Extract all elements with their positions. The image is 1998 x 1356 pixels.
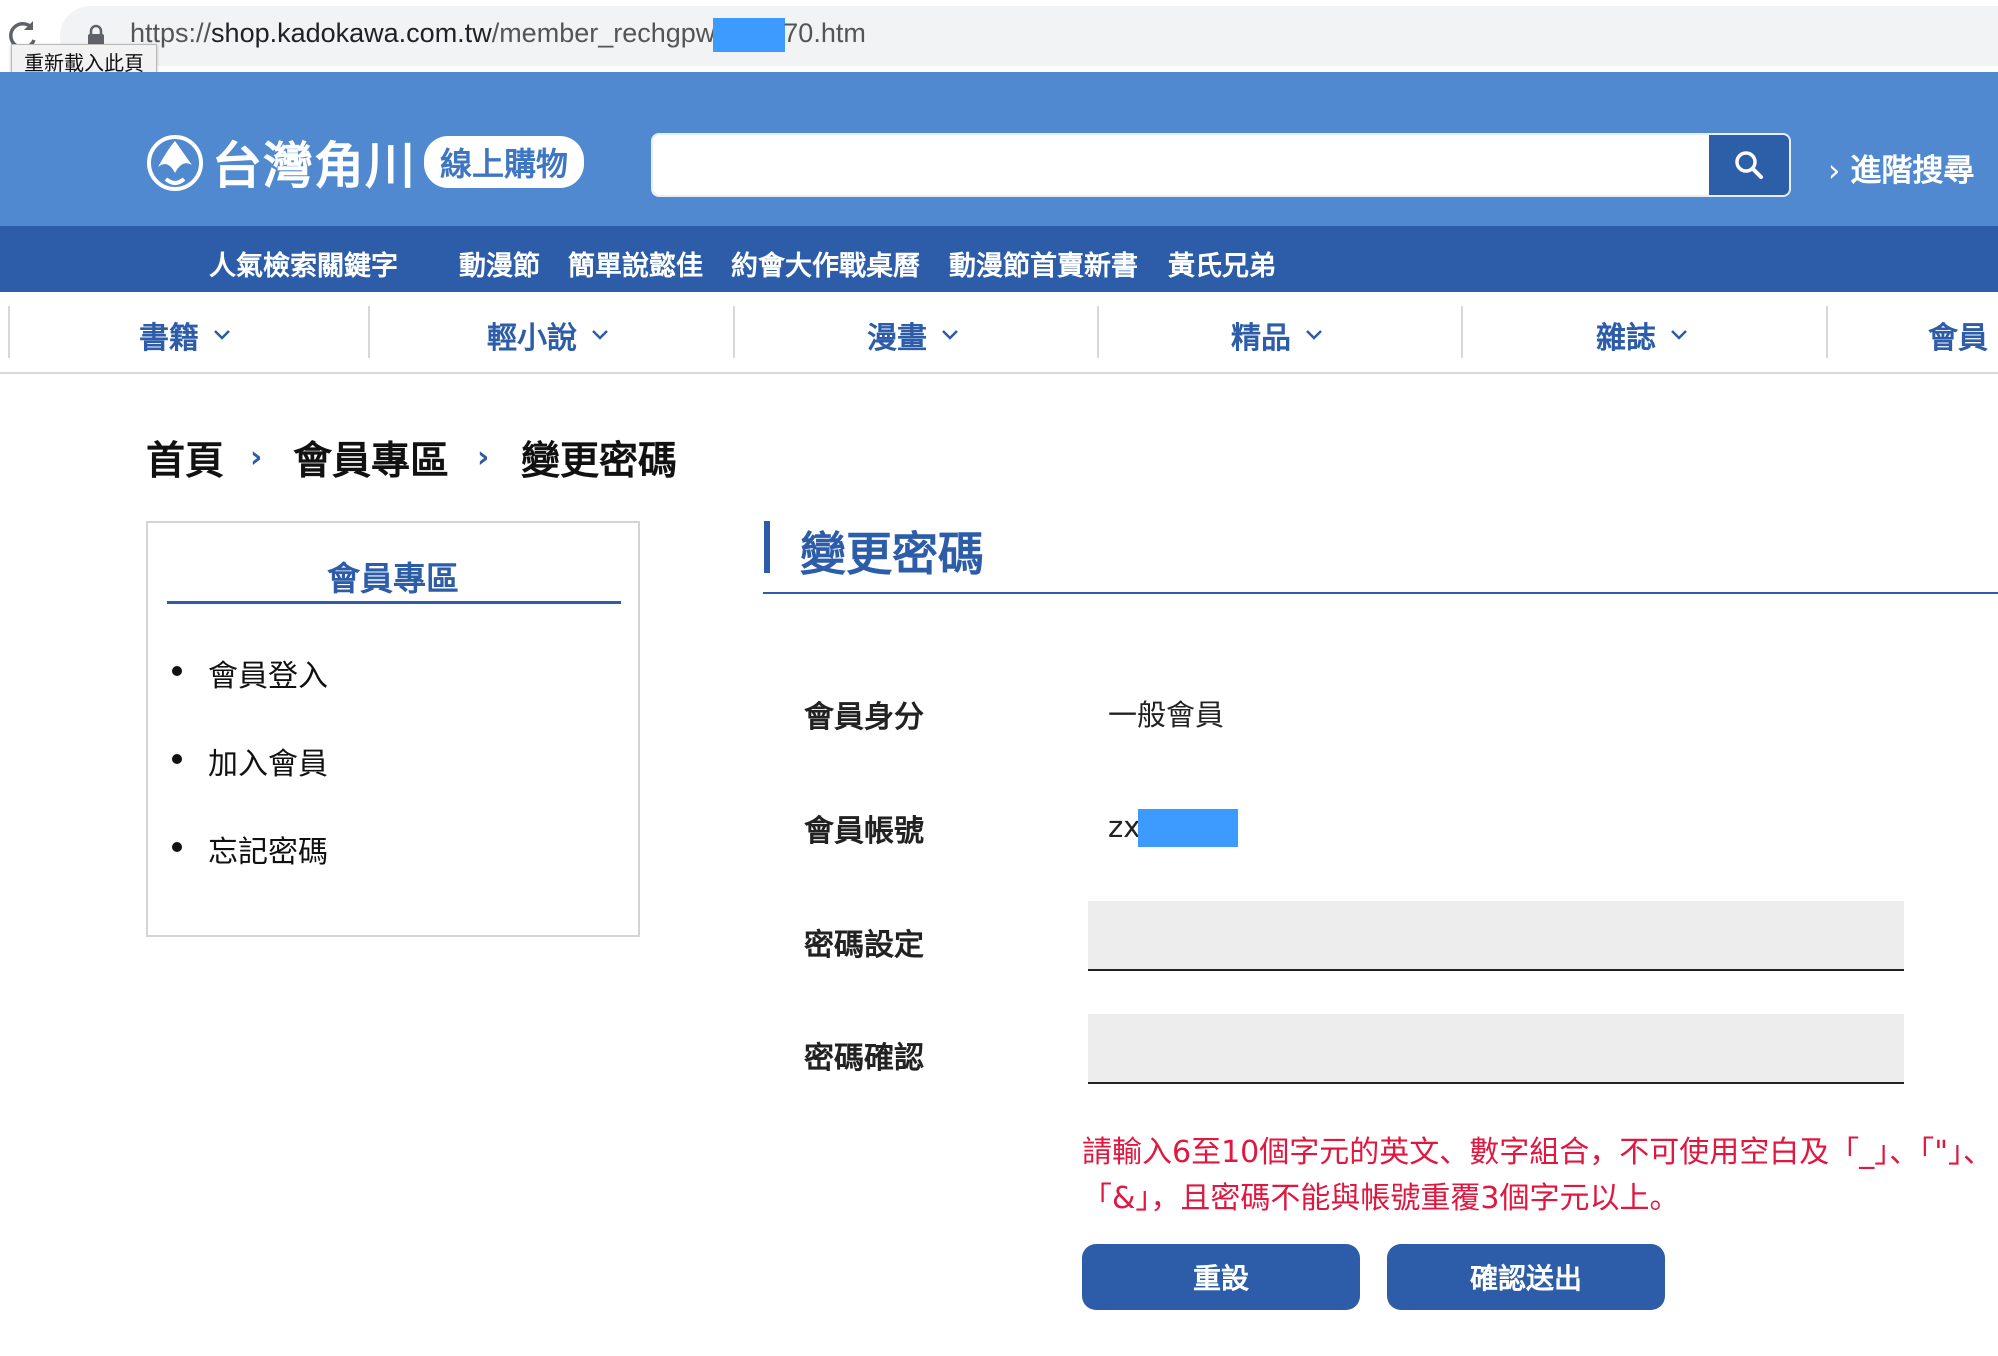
keyword-label: 人氣檢索關鍵字: [209, 251, 398, 282]
nav-divider: [368, 306, 370, 358]
redaction-box: [713, 18, 786, 52]
logo-text: 台灣角川: [212, 137, 416, 195]
account-value: zx: [1108, 810, 1141, 844]
nav-item-magazines[interactable]: 雜誌: [1596, 313, 1688, 357]
url-path-end: 70.htm: [783, 18, 866, 49]
nav-divider: [733, 306, 735, 358]
chevron-down-icon: [592, 330, 608, 340]
nav-item-label: 會員: [1928, 321, 1988, 356]
breadcrumb-home[interactable]: 首頁: [146, 430, 224, 486]
phoenix-logo-icon: [147, 135, 203, 191]
nav-item-label: 精品: [1231, 321, 1291, 356]
nav-item-merch[interactable]: 精品: [1231, 313, 1323, 357]
nav-item-books[interactable]: 書籍: [139, 313, 231, 357]
logo-badge: 線上購物: [424, 136, 585, 188]
chevron-right-icon: ›: [1828, 153, 1841, 189]
keyword-link[interactable]: 簡單說懿佳: [568, 244, 703, 283]
password-hint: 請輸入6至10個字元的英文、數字組合，不可使用空白及「_」、「"」、「&」，且密…: [1082, 1135, 1994, 1216]
page-title: 變更密碼: [800, 527, 984, 581]
sidebar-item-forgot-password[interactable]: 忘記密碼: [208, 827, 328, 871]
bullet-icon: [172, 666, 182, 676]
password-label: 密碼設定: [804, 928, 924, 963]
nav-divider: [1461, 306, 1463, 358]
keyword-link[interactable]: 黃氏兄弟: [1168, 244, 1276, 283]
confirm-password-field[interactable]: [1088, 1014, 1904, 1084]
keyword-link[interactable]: 約會大作戰桌曆: [731, 244, 920, 283]
advanced-search-link[interactable]: › 進階搜尋: [1828, 145, 1974, 190]
account-label: 會員帳號: [804, 814, 924, 849]
nav-item-label: 漫畫: [867, 321, 927, 356]
url-path-start: /member_rechgpw: [491, 18, 716, 49]
category-nav: [0, 292, 1998, 374]
chevron-down-icon: [1671, 330, 1687, 340]
reset-button[interactable]: 重設: [1082, 1244, 1360, 1310]
keyword-link[interactable]: 動漫節: [459, 244, 540, 283]
nav-item-label: 書籍: [139, 321, 199, 356]
bullet-icon: [172, 754, 182, 764]
nav-divider: [1097, 306, 1099, 358]
url-host: shop.kadokawa.com.tw: [211, 18, 492, 49]
url-text[interactable]: https://shop.kadokawa.com.tw/member_rech…: [130, 18, 866, 52]
sidebar-item-login[interactable]: 會員登入: [208, 651, 328, 695]
breadcrumb-separator-icon: ›: [250, 440, 263, 475]
title-divider: [763, 592, 1998, 594]
search-button[interactable]: [1709, 135, 1789, 195]
nav-item-label: 輕小說: [487, 321, 577, 356]
search-box: [651, 133, 1791, 197]
nav-item-label: 雜誌: [1596, 321, 1656, 356]
member-type-label: 會員身分: [804, 700, 924, 735]
search-icon: [1735, 151, 1763, 179]
confirm-password-label: 密碼確認: [804, 1041, 924, 1076]
search-input[interactable]: [653, 135, 1703, 195]
nav-divider: [8, 306, 10, 358]
chevron-down-icon: [214, 330, 230, 340]
breadcrumb-current: 變更密碼: [521, 439, 678, 484]
sidebar-title: 會員專區: [327, 559, 459, 598]
sidebar-item-register[interactable]: 加入會員: [208, 739, 328, 783]
keyword-link[interactable]: 動漫節首賣新書: [949, 244, 1138, 283]
bullet-icon: [172, 842, 182, 852]
nav-item-light-novels[interactable]: 輕小說: [487, 313, 609, 357]
advanced-search-label: 進階搜尋: [1850, 153, 1975, 189]
breadcrumb-member-area[interactable]: 會員專區: [293, 430, 449, 486]
breadcrumb-separator-icon: ›: [477, 440, 490, 475]
chevron-down-icon: [1306, 330, 1322, 340]
password-field[interactable]: [1088, 901, 1904, 971]
redaction-box: [1138, 809, 1238, 847]
nav-item-members[interactable]: 會員: [1928, 313, 1988, 357]
sidebar-divider: [167, 601, 621, 604]
nav-item-comics[interactable]: 漫畫: [867, 313, 959, 357]
title-accent-bar: [764, 521, 770, 573]
nav-divider: [1826, 306, 1828, 358]
submit-button[interactable]: 確認送出: [1387, 1244, 1665, 1310]
member-type-value: 一般會員: [1108, 698, 1225, 732]
site-logo[interactable]: 台灣角川 線上購物: [144, 127, 585, 197]
chevron-down-icon: [942, 330, 958, 340]
